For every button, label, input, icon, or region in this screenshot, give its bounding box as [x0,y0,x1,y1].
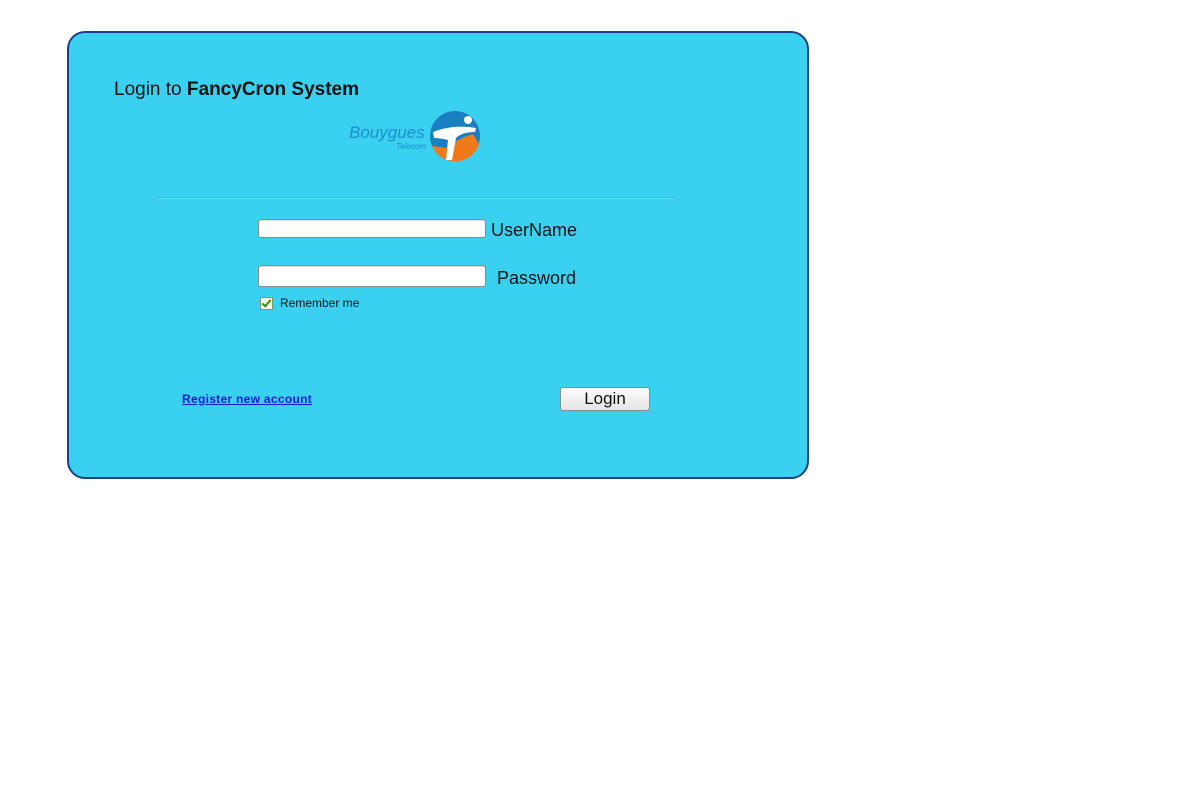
login-panel: Login to FancyCron System Bouygues Telec… [67,31,809,479]
bouygues-telecom-logo: Bouygues Telecom [349,111,480,162]
divider [155,197,675,199]
remember-me-checkbox[interactable] [260,296,273,310]
password-input[interactable] [258,265,486,287]
username-label: UserName [491,220,578,240]
password-label: Password [497,268,577,288]
title-prefix: Login to [114,79,187,100]
page-title: Login to FancyCron System [114,79,359,101]
remember-me[interactable]: Remember me [260,296,359,310]
logo-word: Bouygues [349,123,425,142]
remember-me-label: Remember me [280,296,360,310]
register-new-account-link[interactable]: Register new account [182,392,312,406]
username-input[interactable] [258,219,486,238]
login-button[interactable]: Login [560,387,650,411]
logo-subword: Telecom [396,142,426,151]
title-brand: FancyCron System [186,79,360,100]
